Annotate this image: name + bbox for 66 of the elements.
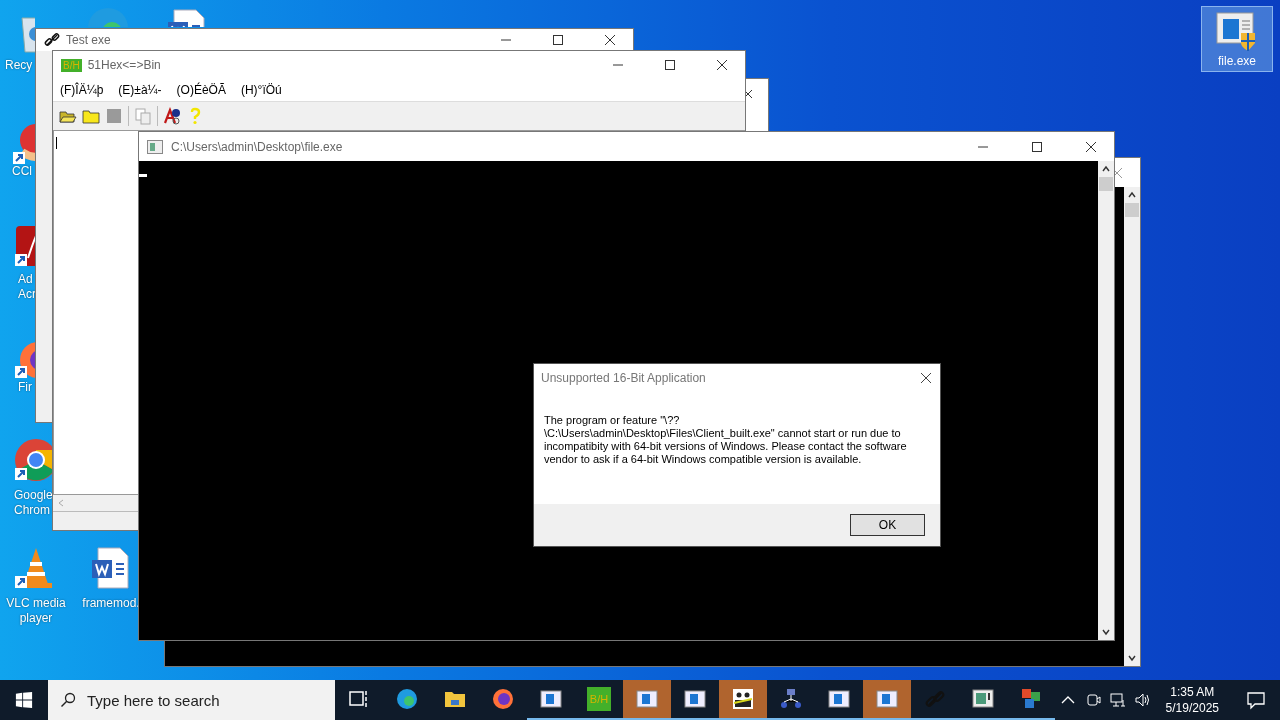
desktop-shortcut[interactable]: file.exe [1201, 6, 1273, 72]
network-icon [779, 687, 803, 711]
icon-label: Ad [18, 272, 34, 287]
search-field[interactable]: Type here to search [48, 680, 335, 720]
network-icon[interactable] [1109, 692, 1126, 708]
camera-icon[interactable] [1084, 692, 1101, 708]
link-icon [44, 32, 60, 48]
browser-icon [491, 687, 515, 711]
icon-label: Google [14, 488, 54, 503]
scroll-down-icon[interactable] [1128, 654, 1136, 662]
app-logo: B/H [587, 687, 611, 711]
app-logo: B/H [61, 58, 82, 72]
window-title: 51Hex<=>Bin [87, 58, 161, 72]
notification-icon[interactable] [1246, 690, 1266, 710]
window-title: C:\Users\admin\Desktop\file.exe [171, 139, 343, 154]
icon-label: framemod. [82, 596, 140, 611]
menu-item[interactable]: (F)ÎÄ¼þ [60, 83, 104, 97]
icon-label: Fir [18, 380, 33, 395]
vertical-scrollbar[interactable] [1124, 187, 1140, 666]
volume-icon[interactable] [1134, 692, 1151, 708]
dialog-message: The program or feature "\??\C:\Users\admin\Desktop\Files\Client_built.exe" cannot start or run due to incompatibity with 64-bit versions of Windows. Please contact the software vendor to ask if a 64-bit Windows compatible version is available. [544, 414, 908, 467]
close-icon[interactable] [717, 60, 727, 70]
dialog-title: Unsupported 16-Bit Application [541, 371, 707, 385]
pdf-app-icon[interactable] [14, 224, 35, 268]
scrollbar-thumb[interactable] [1099, 177, 1113, 191]
window-icon [971, 687, 995, 711]
scroll-up-icon[interactable] [1128, 191, 1136, 199]
menu-item[interactable]: (O)ÉèÖÃ [176, 83, 226, 97]
clock[interactable]: 1:35 AM 5/19/2025 [1159, 684, 1225, 716]
clock-time: 1:35 AM [1170, 684, 1215, 700]
icon-label: Chrom [14, 503, 51, 518]
icon-label: CCl [12, 164, 33, 179]
folder-icon[interactable] [82, 107, 100, 125]
scroll-up-icon[interactable] [1102, 165, 1110, 173]
ok-button[interactable]: OK [850, 514, 925, 536]
windows-start-icon[interactable] [15, 691, 33, 709]
scroll-down-icon[interactable] [1102, 628, 1110, 636]
office-icon [1019, 687, 1043, 711]
console-icon [147, 139, 163, 154]
browser-icon [395, 687, 419, 711]
maximize-icon[interactable] [665, 60, 675, 70]
close-icon[interactable] [921, 373, 931, 383]
people-icon [731, 687, 755, 711]
clock-date: 5/19/2025 [1165, 700, 1219, 716]
close-icon[interactable] [605, 35, 615, 45]
menu-item[interactable]: (E)±à¼- [118, 83, 162, 97]
scrollbar-thumb[interactable] [1125, 203, 1139, 217]
window-icon [827, 687, 851, 711]
window-icon [683, 687, 707, 711]
icon-label: Acr [18, 287, 37, 302]
icon-label: player [19, 611, 53, 626]
icon-label: VLC media [6, 596, 66, 611]
window-icon [539, 687, 563, 711]
search-icon [60, 692, 76, 708]
window-icon [875, 687, 899, 711]
close-icon[interactable] [1086, 141, 1096, 152]
icon-label: file.exe [1218, 54, 1256, 68]
maximize-icon[interactable] [1032, 141, 1042, 152]
icon-label: Recy [5, 58, 34, 73]
window-title: Test exe [66, 33, 111, 47]
menu-item[interactable]: (H)°ïÖú [240, 83, 282, 97]
window-icon [635, 687, 659, 711]
taskbar-button[interactable] [719, 680, 767, 720]
font-icon[interactable] [163, 107, 181, 125]
maximize-icon[interactable] [553, 35, 563, 45]
vertical-scrollbar[interactable] [1098, 161, 1114, 640]
